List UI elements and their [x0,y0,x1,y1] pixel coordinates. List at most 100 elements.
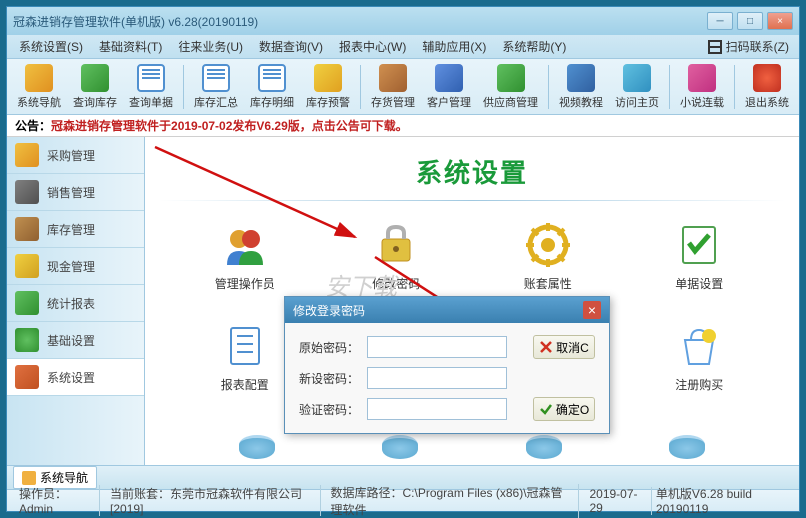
sidebar-label: 基础设置 [47,332,95,349]
ic-user-icon [435,64,463,92]
sidebar-label: 现金管理 [47,258,95,275]
toolbar-label: 查询单据 [129,94,173,110]
ic-doc-icon [137,64,165,92]
scan-label: 扫码联系(Z) [726,38,789,55]
toolbar-查询库存[interactable]: 查询库存 [67,62,123,112]
ic-box-icon [379,64,407,92]
grid-item-修改密码[interactable]: 修改密码 [331,221,463,292]
sidebar-item-统计报表[interactable]: 统计报表 [7,285,144,322]
db-icons-row [145,435,799,459]
panel-title: 系统设置 [159,153,785,190]
confirm-password-label: 验证密码： [299,401,359,418]
sidebar-item-现金管理[interactable]: 现金管理 [7,248,144,285]
new-password-label: 新设密码： [299,370,359,387]
menu-report[interactable]: 报表中心(W) [331,36,414,57]
sidebar-item-采购管理[interactable]: 采购管理 [7,137,144,174]
toolbar-小说连载[interactable]: 小说连载 [674,62,730,112]
menu-system[interactable]: 系统设置(S) [11,36,91,57]
sidebar-item-库存管理[interactable]: 库存管理 [7,211,144,248]
grid-item-单据设置[interactable]: 单据设置 [634,221,766,292]
toolbar-label: 小说连载 [680,94,724,110]
ic-truck-icon [497,64,525,92]
ic-gear-icon [15,328,39,352]
dialog-title: 修改登录密码 [293,302,583,319]
cancel-button[interactable]: 取消C [533,335,595,359]
sidebar-label: 销售管理 [47,184,95,201]
ic-wrench-icon [15,365,39,389]
ic-web-icon [623,64,651,92]
ic-video-icon [567,64,595,92]
home-icon [22,471,36,485]
grid-label: 单据设置 [675,275,723,292]
check-icon [539,402,553,416]
sidebar-label: 统计报表 [47,295,95,312]
ic-chart-icon [15,291,39,315]
grid-item-账套属性[interactable]: 账套属性 [482,221,614,292]
scan-contact-button[interactable]: 扫码联系(Z) [702,36,795,57]
toolbar-label: 供应商管理 [483,94,538,110]
maximize-button[interactable]: □ [737,12,763,30]
menu-query[interactable]: 数据查询(V) [251,36,331,57]
menubar: 系统设置(S) 基础资料(T) 往来业务(U) 数据查询(V) 报表中心(W) … [7,35,799,59]
database-icon [669,435,705,459]
ok-button[interactable]: 确定O [533,397,595,421]
statusbar: 操作员：Admin 当前账套：东莞市冠森软件有限公司[2019] 数据库路径：C… [7,489,799,511]
ic-cart-icon [15,143,39,167]
ic-stock-icon [15,217,39,241]
toolbar-label: 库存预警 [306,94,350,110]
ic-doc-icon [258,64,286,92]
toolbar-视频教程[interactable]: 视频教程 [553,62,609,112]
toolbar-退出系统[interactable]: 退出系统 [739,62,795,112]
toolbar-库存汇总[interactable]: 库存汇总 [188,62,244,112]
ic-warn-icon [314,64,342,92]
cross-icon [539,340,553,354]
notice-bar[interactable]: 公告： 冠森进销存管理软件于2019-07-02发布V6.29版，点击公告可下载… [7,115,799,137]
notice-prefix: 公告： [15,117,51,134]
ic-print-icon [15,180,39,204]
status-account: 当前账套：东莞市冠森软件有限公司[2019] [104,485,320,516]
menu-help[interactable]: 系统帮助(Y) [494,36,574,57]
grid-icon [675,322,723,370]
sidebar-label: 采购管理 [47,147,95,164]
confirm-password-input[interactable] [367,398,507,420]
grid-icon [221,221,269,269]
toolbar-访问主页[interactable]: 访问主页 [609,62,665,112]
ic-home-icon [25,64,53,92]
toolbar-查询单据[interactable]: 查询单据 [123,62,179,112]
grid-icon [372,221,420,269]
notice-text: 冠森进销存管理软件于2019-07-02发布V6.29版，点击公告可下载。 [51,117,408,134]
toolbar-存货管理[interactable]: 存货管理 [365,62,421,112]
old-password-label: 原始密码： [299,339,359,356]
separator [669,65,670,109]
sidebar-item-基础设置[interactable]: 基础设置 [7,322,144,359]
toolbar-系统导航[interactable]: 系统导航 [11,62,67,112]
toolbar: 系统导航查询库存查询单据库存汇总库存明细库存预警存货管理客户管理供应商管理视频教… [7,59,799,115]
menu-trade[interactable]: 往来业务(U) [170,36,251,57]
dialog-close-button[interactable]: × [583,301,601,319]
toolbar-label: 查询库存 [73,94,117,110]
grid-item-管理操作员[interactable]: 管理操作员 [179,221,311,292]
sidebar: 采购管理销售管理库存管理现金管理统计报表基础设置系统设置 [7,137,145,465]
sidebar-item-销售管理[interactable]: 销售管理 [7,174,144,211]
qrcode-icon [708,40,722,54]
sidebar-item-系统设置[interactable]: 系统设置 [7,359,144,396]
new-password-input[interactable] [367,367,507,389]
minimize-button[interactable]: ─ [707,12,733,30]
toolbar-库存预警[interactable]: 库存预警 [300,62,356,112]
toolbar-库存明细[interactable]: 库存明细 [244,62,300,112]
toolbar-label: 库存明细 [250,94,294,110]
menu-basic[interactable]: 基础资料(T) [91,36,170,57]
status-user: 操作员：Admin [13,485,100,516]
dialog-titlebar: 修改登录密码 × [285,297,609,323]
close-button[interactable]: × [767,12,793,30]
toolbar-客户管理[interactable]: 客户管理 [421,62,477,112]
old-password-input[interactable] [367,336,507,358]
separator [548,65,549,109]
grid-label: 管理操作员 [215,275,275,292]
grid-label: 修改密码 [372,275,420,292]
window-title: 冠森进销存管理软件(单机版) v6.28(20190119) [13,13,707,30]
toolbar-供应商管理[interactable]: 供应商管理 [477,62,544,112]
menu-aux[interactable]: 辅助应用(X) [414,36,494,57]
sidebar-label: 库存管理 [47,221,95,238]
grid-item-注册购买[interactable]: 注册购买 [634,322,766,393]
